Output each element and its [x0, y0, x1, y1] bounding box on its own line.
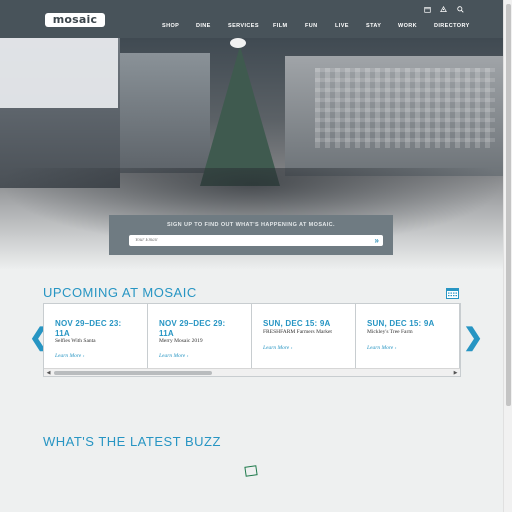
- event-learn-more-link[interactable]: Learn More ›: [55, 353, 84, 359]
- site-header: mosaic SHOP DINE SERVICES FILM FUN LIVE …: [0, 0, 503, 38]
- buzz-title: WHAT'S THE LATEST BUZZ: [43, 434, 221, 449]
- event-date-line1: NOV 29–DEC 29:: [159, 319, 226, 328]
- nav-services[interactable]: SERVICES: [228, 23, 259, 29]
- event-name: Merry Mosaic 2019: [159, 338, 203, 344]
- page-scrollbar[interactable]: [503, 0, 512, 512]
- event-card[interactable]: SUN, DEC 15: 9A Mickley's Tree Farm Lear…: [356, 304, 460, 368]
- event-name: FRESHFARM Farmers Market: [263, 329, 332, 335]
- event-date-line2: 11A: [159, 329, 174, 338]
- carousel-scroll-thumb[interactable]: [54, 371, 212, 375]
- search-icon[interactable]: [457, 6, 464, 13]
- scroll-right-icon[interactable]: ▶: [452, 370, 459, 376]
- hero-building-mid: [120, 53, 210, 173]
- upcoming-title: UPCOMING AT MOSAIC: [43, 285, 197, 300]
- event-learn-more-link[interactable]: Learn More ›: [367, 345, 396, 351]
- hero-building-windows: [315, 68, 495, 148]
- event-date: NOV 29–DEC 23: 11A: [55, 319, 121, 339]
- events-carousel: NOV 29–DEC 23: 11A Selfies With Santa Le…: [43, 303, 461, 377]
- event-name: Mickley's Tree Farm: [367, 329, 413, 335]
- nav-live[interactable]: LIVE: [335, 23, 349, 29]
- event-date: SUN, DEC 15: 9A: [367, 319, 434, 329]
- calendar-icon[interactable]: [424, 6, 431, 13]
- event-name: Selfies With Santa: [55, 338, 96, 344]
- nav-shop[interactable]: SHOP: [162, 23, 179, 29]
- event-date: SUN, DEC 15: 9A: [263, 319, 330, 329]
- hero-tree-topper: [230, 38, 246, 48]
- mosaic-logo[interactable]: mosaic: [45, 13, 105, 27]
- loading-icon: [244, 465, 258, 477]
- event-card[interactable]: NOV 29–DEC 23: 11A Selfies With Santa Le…: [44, 304, 148, 368]
- map-icon[interactable]: [440, 6, 447, 13]
- signup-title: SIGN UP TO FIND OUT WHAT'S HAPPENING AT …: [166, 222, 335, 228]
- nav-stay[interactable]: STAY: [366, 23, 381, 29]
- carousel-next-button[interactable]: ❯: [463, 326, 483, 350]
- page-scroll-thumb[interactable]: [506, 4, 511, 406]
- event-card[interactable]: SUN, DEC 15: 9A FRESHFARM Farmers Market…: [252, 304, 356, 368]
- nav-fun[interactable]: FUN: [305, 23, 318, 29]
- event-date-line1: NOV 29–DEC 23:: [55, 319, 122, 328]
- carousel-scrollbar[interactable]: ◀ ▶: [44, 368, 460, 376]
- nav-dine[interactable]: DINE: [196, 23, 211, 29]
- email-signup: SIGN UP TO FIND OUT WHAT'S HAPPENING AT …: [109, 215, 393, 255]
- scroll-left-icon[interactable]: ◀: [45, 370, 52, 376]
- email-field[interactable]: [129, 235, 365, 246]
- calendar-icon[interactable]: [446, 286, 459, 299]
- nav-directory[interactable]: DIRECTORY: [434, 23, 470, 29]
- signup-submit-button[interactable]: »: [375, 236, 379, 245]
- hero-video-screen: [0, 38, 118, 108]
- event-learn-more-link[interactable]: Learn More ›: [159, 353, 188, 359]
- event-learn-more-link[interactable]: Learn More ›: [263, 345, 292, 351]
- hero-christmas-tree: [200, 46, 280, 186]
- nav-film[interactable]: FILM: [273, 23, 287, 29]
- event-date-line1: SUN, DEC 15: 9A: [367, 319, 435, 328]
- event-card[interactable]: NOV 29–DEC 29: 11A Merry Mosaic 2019 Lea…: [148, 304, 252, 368]
- event-date-line1: SUN, DEC 15: 9A: [263, 319, 331, 328]
- event-date: NOV 29–DEC 29: 11A: [159, 319, 225, 339]
- event-date-line2: 11A: [55, 329, 70, 338]
- signup-input-wrapper: »: [129, 235, 383, 246]
- nav-work[interactable]: WORK: [398, 23, 417, 29]
